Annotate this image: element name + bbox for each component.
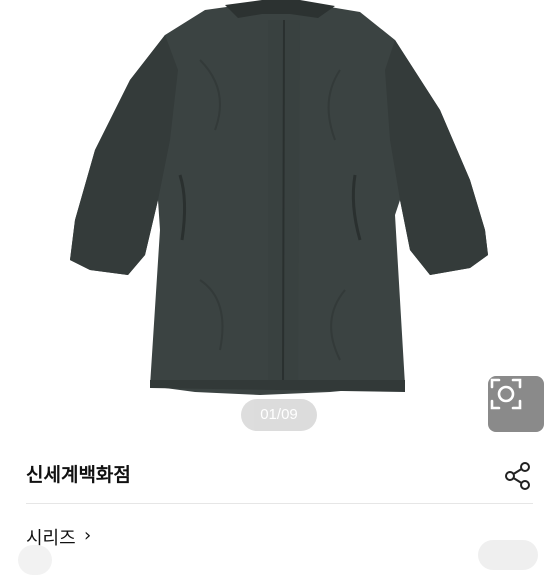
divider: [26, 503, 533, 504]
product-image-gallery[interactable]: 01/09: [0, 0, 559, 440]
share-icon: [505, 462, 530, 490]
coat-product-image: [70, 0, 488, 395]
store-info-row: 신세계백화점: [0, 446, 559, 504]
share-button[interactable]: [500, 458, 536, 494]
camera-lens-icon: [490, 378, 522, 410]
image-counter-text: 01/09: [260, 406, 298, 423]
store-name[interactable]: 신세계백화점: [26, 460, 131, 487]
partial-chip-right[interactable]: [478, 540, 538, 570]
chevron-right-icon: ›: [84, 525, 92, 546]
image-counter: 01/09: [241, 399, 317, 431]
partial-chip-left[interactable]: [18, 545, 52, 575]
image-search-button[interactable]: [488, 376, 544, 432]
series-link[interactable]: 시리즈 ›: [0, 515, 559, 559]
